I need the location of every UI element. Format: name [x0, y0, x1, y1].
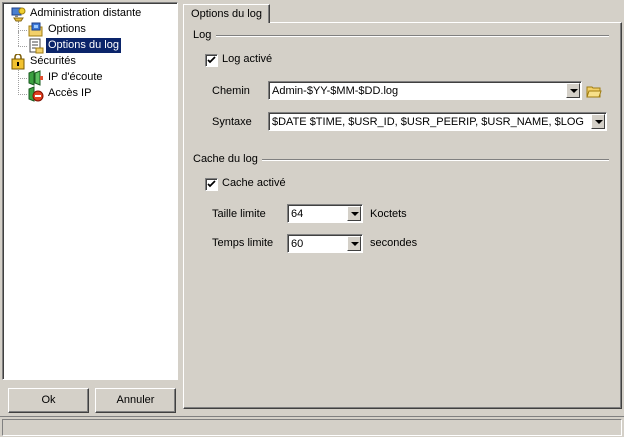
chevron-down-icon[interactable]	[347, 236, 361, 251]
log-group-divider	[216, 35, 609, 37]
log-group-label: Log	[193, 29, 212, 41]
size-limit-unit: Koctets	[370, 208, 407, 220]
chevron-down-icon[interactable]	[347, 206, 361, 221]
tree-connector	[18, 70, 19, 95]
log-enabled-label: Log activé	[222, 53, 273, 65]
browse-folder-icon[interactable]	[586, 83, 602, 99]
cache-enabled-label: Cache activé	[222, 177, 286, 189]
tree-connector	[18, 46, 27, 47]
tree-connector	[18, 30, 19, 46]
time-limit-value: 60	[291, 238, 304, 250]
tree-item-label: Sécurités	[30, 55, 76, 67]
ok-button[interactable]: Ok	[8, 388, 89, 413]
tab-panel: Log Log activé Chemin Admin-$YY-$MM-$DD.…	[183, 22, 622, 409]
status-pane	[2, 419, 622, 436]
tree-item-label: Administration distante	[30, 7, 142, 19]
time-limit-label: Temps limite	[212, 237, 274, 249]
cancel-button[interactable]: Annuler	[95, 388, 176, 413]
tree-connector	[18, 78, 27, 79]
settings-tree[interactable]: Administration distante Options Options …	[2, 2, 178, 380]
listen-ip-icon	[28, 70, 44, 86]
ip-access-icon	[28, 86, 44, 102]
chevron-down-icon[interactable]	[591, 114, 605, 129]
tree-connector	[18, 94, 27, 95]
log-enabled-checkbox[interactable]	[205, 54, 218, 67]
size-limit-value: 64	[291, 208, 304, 220]
tab-options-du-log[interactable]: Options du log	[183, 4, 270, 23]
tree-item-label: IP d'écoute	[48, 71, 103, 83]
cache-enabled-checkbox[interactable]	[205, 178, 218, 191]
cache-group-label: Cache du log	[193, 153, 258, 165]
tree-item-label: Options du log	[46, 38, 121, 53]
time-limit-combobox[interactable]: 60	[287, 234, 363, 253]
security-icon	[10, 53, 26, 70]
time-limit-unit: secondes	[370, 237, 418, 249]
syntax-label: Syntaxe	[212, 116, 252, 128]
size-limit-label: Taille limite	[212, 208, 266, 220]
tree-connector	[18, 30, 27, 31]
log-options-icon	[28, 38, 44, 54]
cache-group-divider	[262, 159, 609, 161]
chevron-down-icon[interactable]	[566, 83, 580, 98]
syntax-combobox[interactable]: $DATE $TIME, $USR_ID, $USR_PEERIP, $USR_…	[268, 112, 607, 131]
size-limit-combobox[interactable]: 64	[287, 204, 363, 223]
tree-item-label: Options	[48, 23, 86, 35]
remote-admin-icon	[10, 6, 26, 22]
options-folder-icon	[28, 22, 44, 38]
path-combobox[interactable]: Admin-$YY-$MM-$DD.log	[268, 81, 582, 100]
tree-item-label: Accès IP	[48, 87, 92, 99]
path-value: Admin-$YY-$MM-$DD.log	[272, 85, 399, 97]
status-bar	[0, 416, 624, 437]
syntax-value: $DATE $TIME, $USR_ID, $USR_PEERIP, $USR_…	[272, 116, 584, 128]
path-label: Chemin	[212, 85, 250, 97]
